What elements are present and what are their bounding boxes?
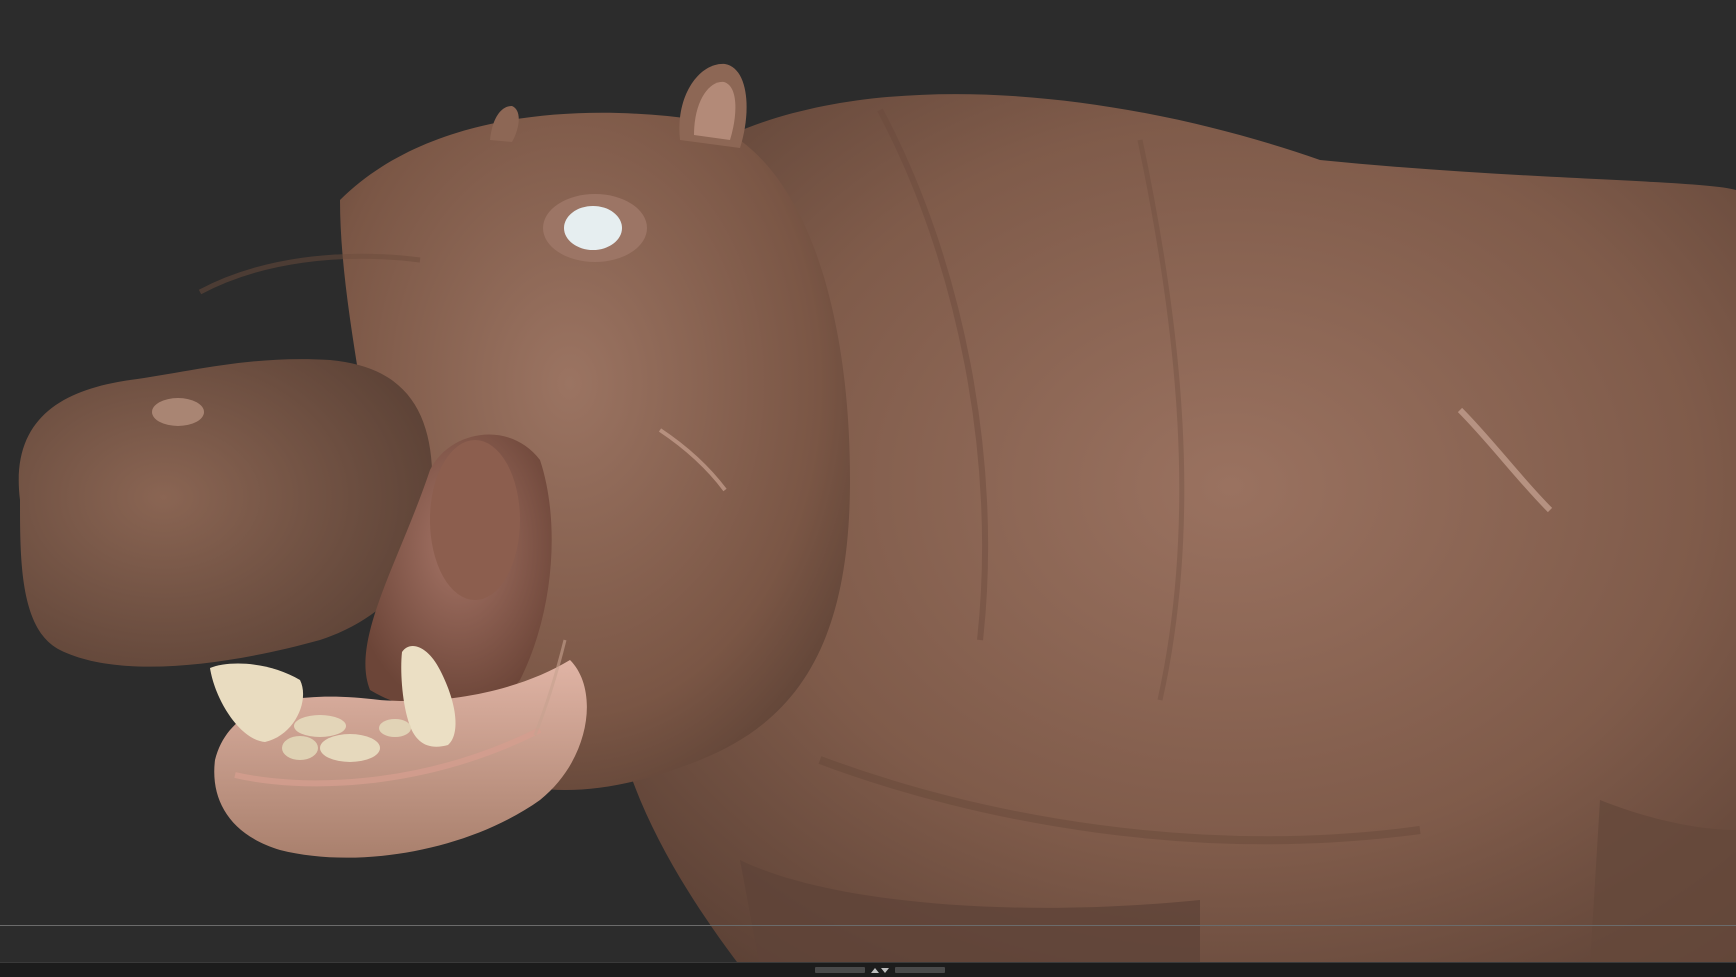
shelf-handle-right[interactable] (895, 967, 945, 973)
hippo-nostril (152, 398, 204, 426)
hippo-tongue (430, 440, 520, 600)
hippo-tooth (379, 719, 411, 737)
hippo-ear-left (490, 106, 519, 142)
3d-viewport[interactable] (0, 0, 1736, 966)
hippo-eye (564, 206, 622, 250)
collapse-expand-icon[interactable] (869, 964, 891, 976)
shelf-handle-left[interactable] (815, 967, 865, 973)
hippo-tooth (320, 734, 380, 762)
hippo-model (18, 63, 1736, 966)
grid-floor-line (0, 925, 1736, 926)
arrow-up-icon (871, 967, 879, 973)
arrow-down-icon (881, 967, 889, 973)
hippo-snout (18, 359, 433, 667)
bottom-shelf (0, 962, 1736, 977)
hippo-tooth (282, 736, 318, 760)
hippo-tooth (294, 715, 346, 737)
